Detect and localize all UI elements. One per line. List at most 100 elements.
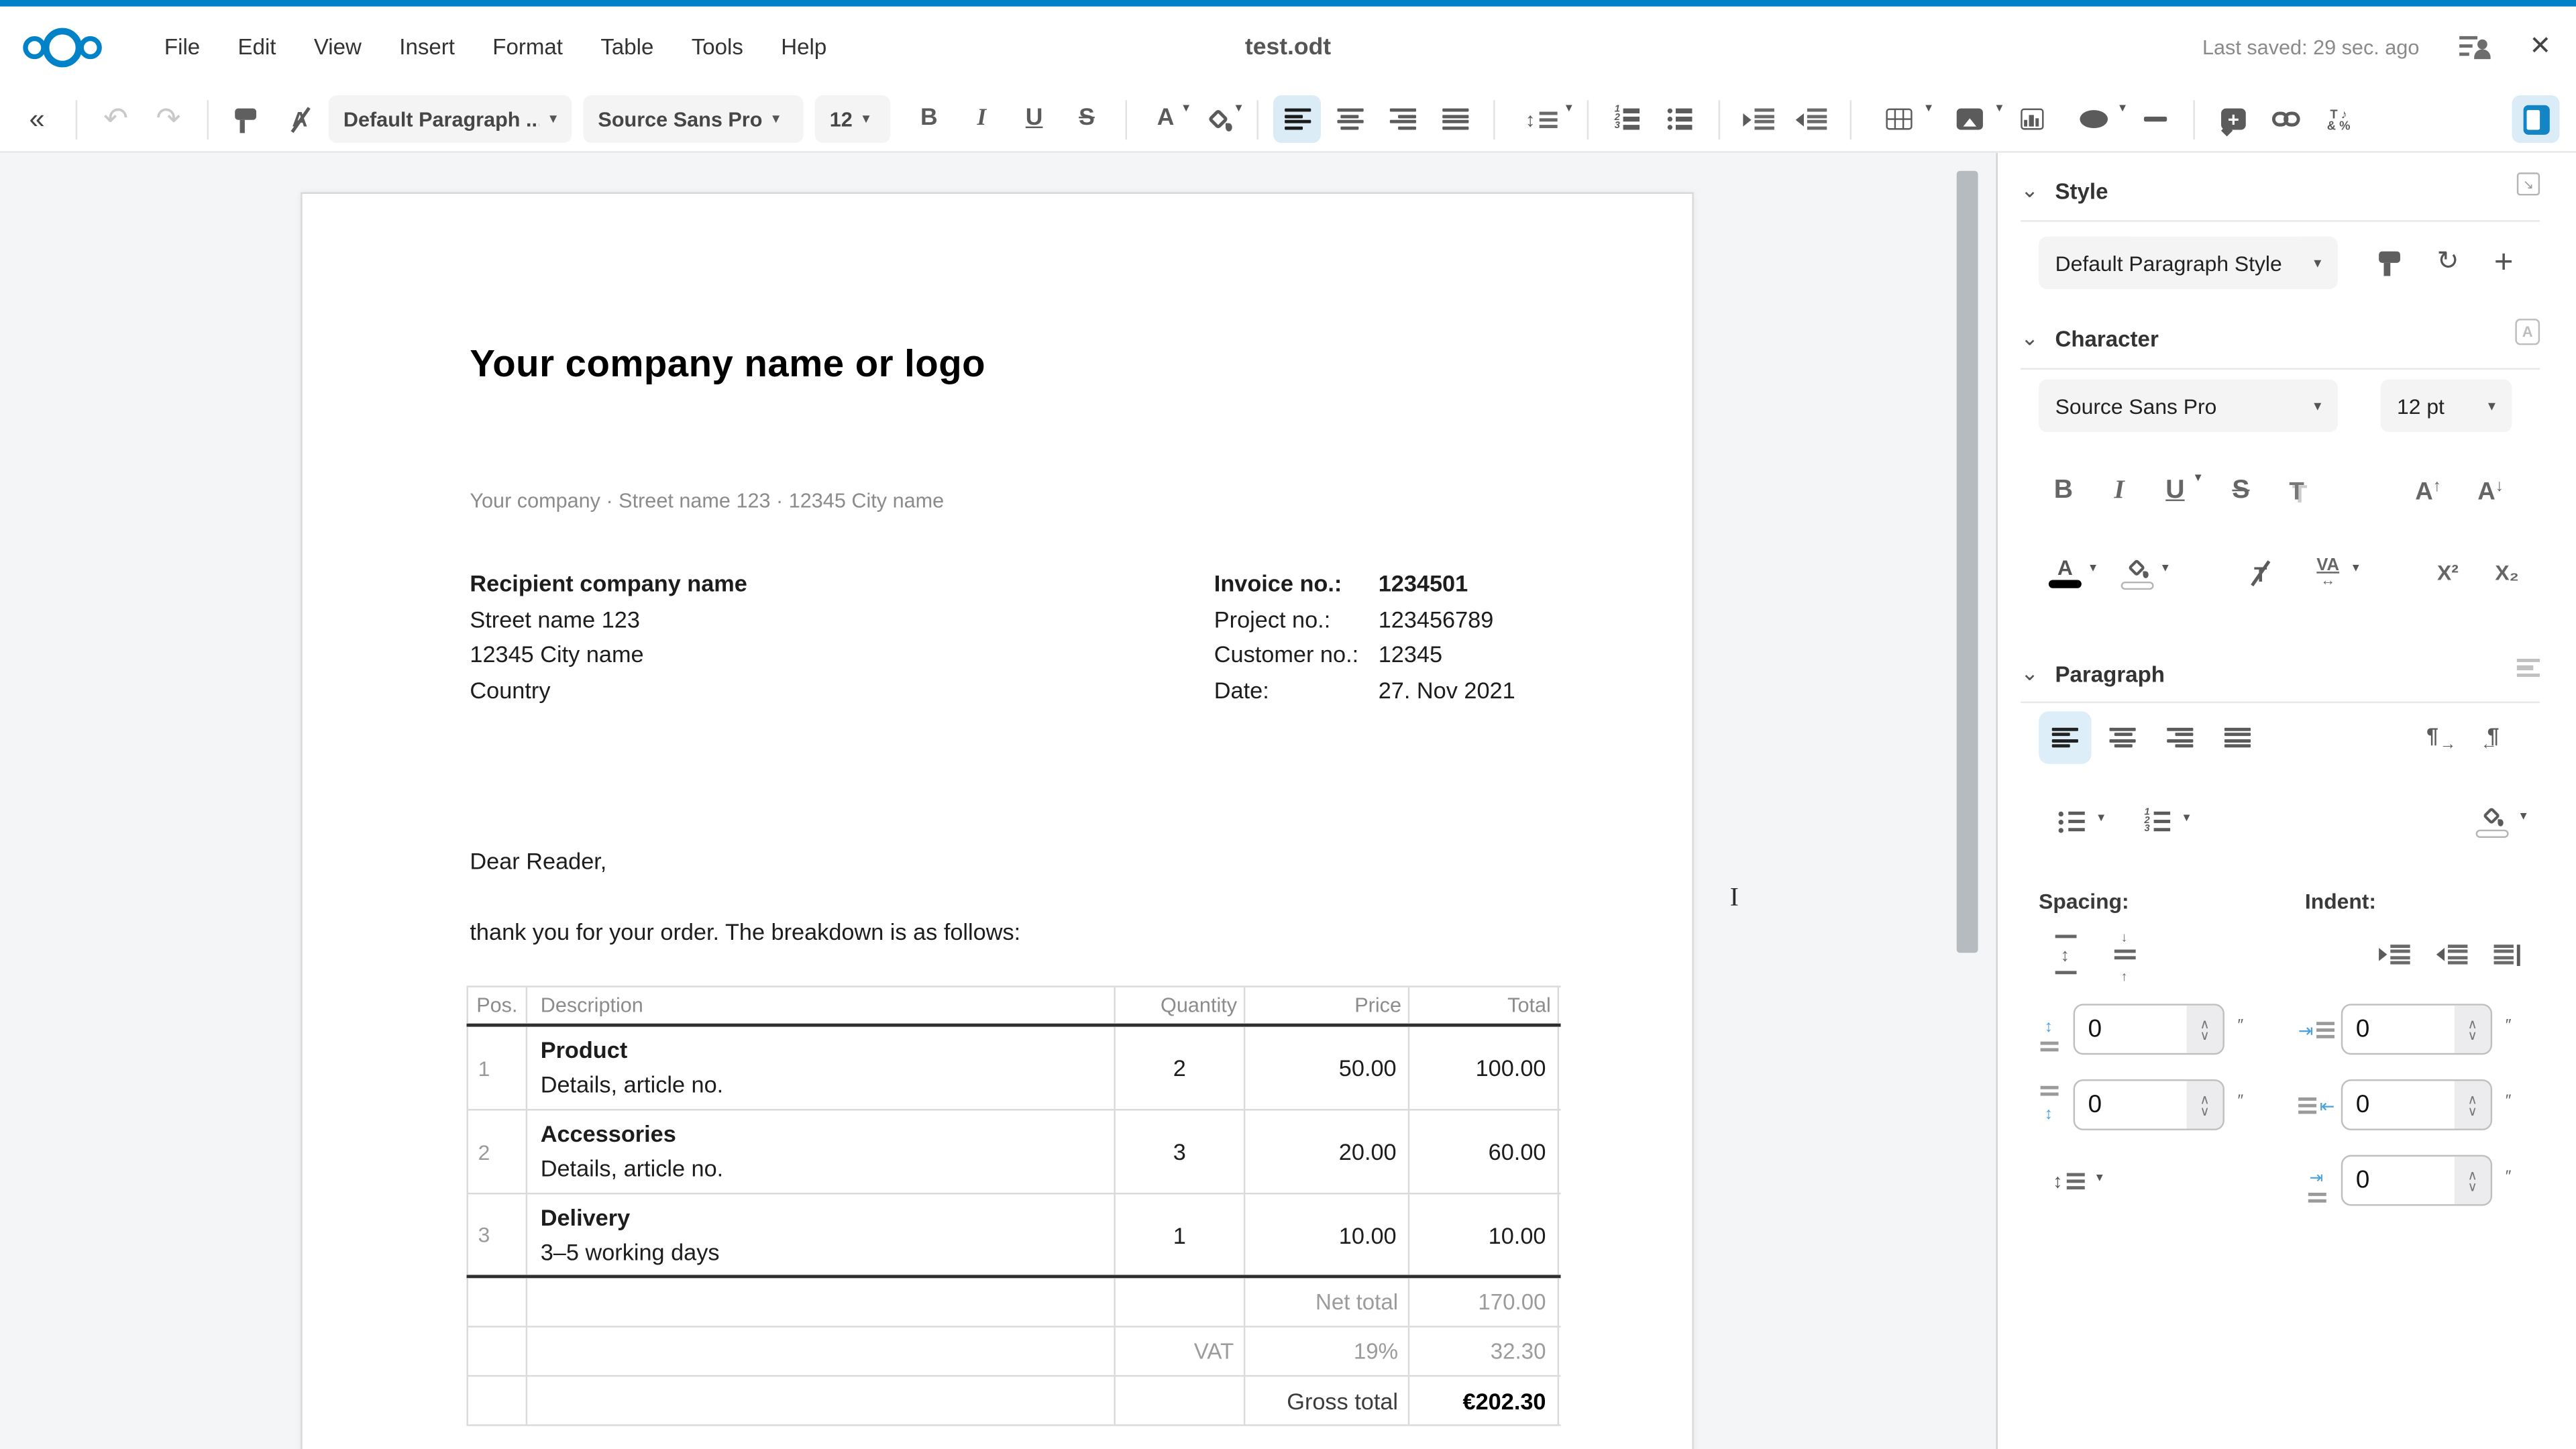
sidebar-highlight-color-button[interactable] — [2106, 547, 2169, 600]
insert-table-button[interactable] — [1866, 95, 1932, 143]
special-character-button[interactable] — [2315, 95, 2363, 143]
increase-paragraph-spacing-button[interactable] — [2039, 928, 2091, 981]
spacing-below-value[interactable] — [2075, 1089, 2174, 1121]
highlight-color-button[interactable] — [1194, 95, 1242, 143]
character-dialog-icon[interactable] — [2515, 319, 2540, 345]
document-canvas[interactable]: Your company name or logo Your company ·… — [0, 153, 1996, 1449]
insert-shape-button[interactable] — [2060, 95, 2126, 143]
refresh-style-button[interactable] — [2422, 237, 2474, 289]
first-line-indent-input[interactable] — [2341, 1155, 2492, 1206]
insert-hyperlink-button[interactable] — [2262, 95, 2310, 143]
sidebar-shadow-button[interactable]: T — [2270, 465, 2322, 517]
sidebar-align-left-button[interactable] — [2039, 711, 2091, 763]
font-size-dropdown[interactable]: 12 — [815, 95, 891, 143]
insert-line-button[interactable] — [2131, 95, 2178, 143]
hanging-indent-button[interactable] — [2481, 928, 2533, 981]
spin-up-icon[interactable] — [2468, 1169, 2477, 1180]
sidebar-line-spacing-button[interactable] — [2034, 1155, 2103, 1208]
chevron-down-icon[interactable] — [2021, 323, 2039, 353]
menu-format[interactable]: Format — [492, 34, 563, 59]
sidebar-underline-button[interactable]: U — [2149, 465, 2201, 517]
indent-first-line-value[interactable] — [2343, 1165, 2441, 1196]
justify-button[interactable] — [1431, 95, 1479, 143]
insert-chart-button[interactable] — [2008, 95, 2055, 143]
bold-button[interactable] — [905, 95, 953, 143]
above-paragraph-spacing-input[interactable] — [2074, 1004, 2224, 1055]
spin-down-icon[interactable] — [2200, 1105, 2209, 1116]
paragraph-background-color-button[interactable] — [2458, 795, 2527, 847]
increase-indent-button[interactable] — [1735, 95, 1782, 143]
sidebar-font-color-button[interactable]: A — [2034, 547, 2096, 600]
ordered-list-button[interactable]: 1 2 3 — [1603, 95, 1651, 143]
spinner-buttons[interactable] — [2187, 1081, 2223, 1128]
sidebar-strikethrough-button[interactable]: S — [2214, 465, 2267, 517]
sidebar-ordered-list-button[interactable]: 1 2 3 — [2125, 795, 2190, 847]
new-style-button[interactable] — [2477, 237, 2530, 289]
bullet-list-button[interactable] — [1656, 95, 1704, 143]
document-title[interactable]: test.odt — [1245, 7, 1331, 87]
insert-comment-button[interactable] — [2210, 95, 2257, 143]
chevron-down-icon[interactable] — [2021, 659, 2039, 688]
paragraph-style-dropdown[interactable]: Default Paragraph ... — [329, 95, 572, 143]
chevron-down-icon[interactable] — [2021, 176, 2039, 205]
line-spacing-button[interactable] — [1510, 95, 1572, 143]
user-list-icon[interactable] — [2459, 34, 2490, 59]
spin-down-icon[interactable] — [2468, 1029, 2477, 1040]
open-style-dialog-icon[interactable] — [2517, 172, 2540, 195]
close-icon[interactable] — [2529, 34, 2551, 60]
menu-edit[interactable]: Edit — [238, 34, 276, 59]
sidebar-justify-button[interactable] — [2211, 711, 2263, 763]
menu-table[interactable]: Table — [600, 34, 653, 59]
clear-direct-formatting-button[interactable] — [2235, 547, 2287, 600]
character-section-header[interactable]: Character — [2021, 322, 2159, 355]
sidebar-paragraph-style-dropdown[interactable]: Default Paragraph Style — [2039, 237, 2338, 289]
document-page[interactable]: Your company name or logo Your company ·… — [301, 193, 1694, 1449]
align-left-button[interactable] — [1273, 95, 1321, 143]
menu-view[interactable]: View — [314, 34, 362, 59]
underline-button[interactable] — [1010, 95, 1058, 143]
shrink-font-button[interactable] — [2464, 465, 2516, 517]
sidebar-bold-button[interactable]: B — [2037, 465, 2090, 517]
indent-before-value[interactable] — [2343, 1014, 2441, 1045]
invoice-table[interactable]: Pos. Description Quantity Price Total 1 … — [467, 985, 1561, 1426]
spinner-buttons[interactable] — [2455, 1081, 2491, 1128]
sidebar-toggle-button[interactable] — [2512, 95, 2559, 143]
sidebar-decrease-indent-button[interactable] — [2425, 928, 2477, 981]
clone-formatting-button[interactable] — [223, 95, 271, 143]
after-text-indent-input[interactable] — [2341, 1079, 2492, 1130]
menu-help[interactable]: Help — [781, 34, 826, 59]
paragraph-dialog-icon[interactable] — [2517, 659, 2540, 677]
font-name-dropdown[interactable]: Source Sans Pro — [583, 95, 803, 143]
clear-formatting-button[interactable] — [276, 95, 323, 143]
decrease-paragraph-spacing-button[interactable] — [2098, 928, 2150, 981]
indent-after-value[interactable] — [2343, 1089, 2441, 1121]
spinner-buttons[interactable] — [2455, 1157, 2491, 1204]
paragraph-rtl-button[interactable] — [2473, 711, 2525, 763]
sidebar-align-right-button[interactable] — [2154, 711, 2206, 763]
below-paragraph-spacing-input[interactable] — [2074, 1079, 2224, 1130]
update-style-button[interactable] — [2366, 237, 2418, 289]
align-center-button[interactable] — [1326, 95, 1373, 143]
nextcloud-logo[interactable] — [23, 21, 128, 72]
spin-down-icon[interactable] — [2468, 1181, 2477, 1192]
spin-down-icon[interactable] — [2200, 1029, 2209, 1040]
sidebar-bullet-list-button[interactable] — [2039, 795, 2104, 847]
font-color-button[interactable] — [1142, 95, 1189, 143]
menu-file[interactable]: File — [164, 34, 200, 59]
align-right-button[interactable] — [1379, 95, 1426, 143]
grow-font-button[interactable] — [2402, 465, 2454, 517]
spinner-buttons[interactable] — [2187, 1006, 2223, 1053]
style-section-header[interactable]: Style — [2021, 174, 2108, 207]
menu-tools[interactable]: Tools — [692, 34, 743, 59]
redo-button[interactable] — [145, 95, 193, 143]
spin-up-icon[interactable] — [2468, 1093, 2477, 1105]
insert-image-button[interactable] — [1937, 95, 2002, 143]
spin-up-icon[interactable] — [2200, 1093, 2209, 1105]
paragraph-ltr-button[interactable] — [2412, 711, 2464, 763]
spin-up-icon[interactable] — [2468, 1018, 2477, 1029]
subscript-button[interactable] — [2481, 547, 2533, 600]
before-text-indent-input[interactable] — [2341, 1004, 2492, 1055]
sidebar-font-name-dropdown[interactable]: Source Sans Pro — [2039, 380, 2338, 432]
character-spacing-button[interactable] — [2297, 547, 2359, 600]
sidebar-font-size-dropdown[interactable]: 12 pt — [2381, 380, 2512, 432]
